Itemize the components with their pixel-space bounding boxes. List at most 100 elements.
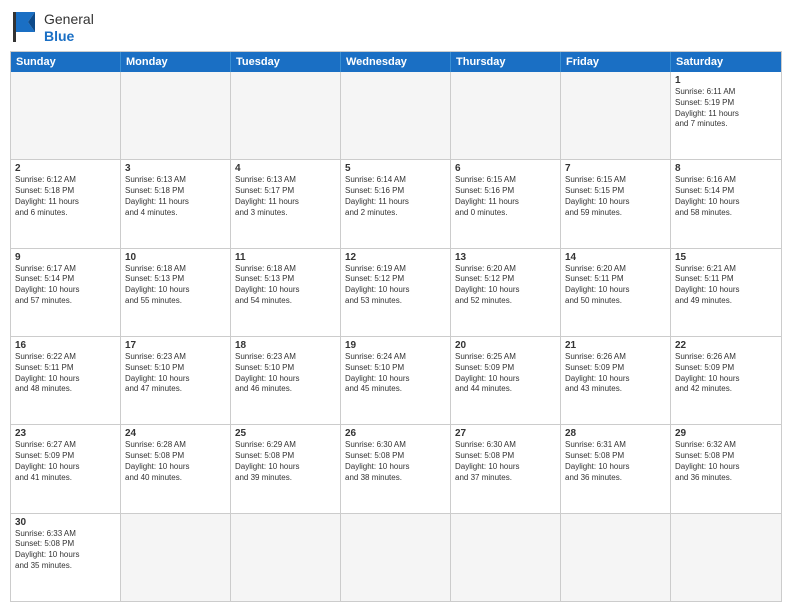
day-number: 29 <box>675 428 777 439</box>
day-cell-13: 13Sunrise: 6:20 AM Sunset: 5:12 PM Dayli… <box>451 249 561 336</box>
day-cell-empty <box>231 514 341 601</box>
day-cell-11: 11Sunrise: 6:18 AM Sunset: 5:13 PM Dayli… <box>231 249 341 336</box>
header: GeneralBlue <box>10 10 782 45</box>
day-headers: SundayMondayTuesdayWednesdayThursdayFrid… <box>11 52 781 72</box>
day-header-sunday: Sunday <box>11 52 121 72</box>
day-header-thursday: Thursday <box>451 52 561 72</box>
day-number: 5 <box>345 163 446 174</box>
day-cell-empty <box>341 514 451 601</box>
day-header-friday: Friday <box>561 52 671 72</box>
day-cell-empty <box>451 514 561 601</box>
day-cell-3: 3Sunrise: 6:13 AM Sunset: 5:18 PM Daylig… <box>121 160 231 247</box>
day-number: 12 <box>345 252 446 263</box>
week-row-1: 1Sunrise: 6:11 AM Sunset: 5:19 PM Daylig… <box>11 72 781 159</box>
day-number: 17 <box>125 340 226 351</box>
day-cell-empty <box>121 72 231 159</box>
day-number: 28 <box>565 428 666 439</box>
day-header-saturday: Saturday <box>671 52 781 72</box>
day-cell-25: 25Sunrise: 6:29 AM Sunset: 5:08 PM Dayli… <box>231 425 341 512</box>
day-info: Sunrise: 6:26 AM Sunset: 5:09 PM Dayligh… <box>565 352 666 395</box>
day-number: 27 <box>455 428 556 439</box>
day-cell-9: 9Sunrise: 6:17 AM Sunset: 5:14 PM Daylig… <box>11 249 121 336</box>
day-number: 3 <box>125 163 226 174</box>
day-info: Sunrise: 6:11 AM Sunset: 5:19 PM Dayligh… <box>675 87 777 130</box>
day-cell-empty <box>11 72 121 159</box>
day-info: Sunrise: 6:20 AM Sunset: 5:12 PM Dayligh… <box>455 264 556 307</box>
day-info: Sunrise: 6:17 AM Sunset: 5:14 PM Dayligh… <box>15 264 116 307</box>
week-row-4: 16Sunrise: 6:22 AM Sunset: 5:11 PM Dayli… <box>11 336 781 424</box>
day-number: 16 <box>15 340 116 351</box>
day-info: Sunrise: 6:12 AM Sunset: 5:18 PM Dayligh… <box>15 175 116 218</box>
day-info: Sunrise: 6:31 AM Sunset: 5:08 PM Dayligh… <box>565 440 666 483</box>
day-number: 20 <box>455 340 556 351</box>
day-info: Sunrise: 6:20 AM Sunset: 5:11 PM Dayligh… <box>565 264 666 307</box>
day-cell-empty <box>561 72 671 159</box>
day-number: 14 <box>565 252 666 263</box>
day-number: 6 <box>455 163 556 174</box>
day-cell-15: 15Sunrise: 6:21 AM Sunset: 5:11 PM Dayli… <box>671 249 781 336</box>
day-number: 13 <box>455 252 556 263</box>
day-cell-28: 28Sunrise: 6:31 AM Sunset: 5:08 PM Dayli… <box>561 425 671 512</box>
day-number: 25 <box>235 428 336 439</box>
day-info: Sunrise: 6:27 AM Sunset: 5:09 PM Dayligh… <box>15 440 116 483</box>
day-cell-21: 21Sunrise: 6:26 AM Sunset: 5:09 PM Dayli… <box>561 337 671 424</box>
day-info: Sunrise: 6:30 AM Sunset: 5:08 PM Dayligh… <box>345 440 446 483</box>
day-cell-7: 7Sunrise: 6:15 AM Sunset: 5:15 PM Daylig… <box>561 160 671 247</box>
day-info: Sunrise: 6:15 AM Sunset: 5:16 PM Dayligh… <box>455 175 556 218</box>
day-number: 2 <box>15 163 116 174</box>
day-cell-18: 18Sunrise: 6:23 AM Sunset: 5:10 PM Dayli… <box>231 337 341 424</box>
day-info: Sunrise: 6:21 AM Sunset: 5:11 PM Dayligh… <box>675 264 777 307</box>
day-number: 21 <box>565 340 666 351</box>
day-number: 11 <box>235 252 336 263</box>
day-number: 4 <box>235 163 336 174</box>
day-info: Sunrise: 6:18 AM Sunset: 5:13 PM Dayligh… <box>235 264 336 307</box>
day-info: Sunrise: 6:25 AM Sunset: 5:09 PM Dayligh… <box>455 352 556 395</box>
day-number: 30 <box>15 517 116 528</box>
day-cell-19: 19Sunrise: 6:24 AM Sunset: 5:10 PM Dayli… <box>341 337 451 424</box>
day-number: 15 <box>675 252 777 263</box>
day-cell-16: 16Sunrise: 6:22 AM Sunset: 5:11 PM Dayli… <box>11 337 121 424</box>
day-info: Sunrise: 6:23 AM Sunset: 5:10 PM Dayligh… <box>235 352 336 395</box>
day-number: 22 <box>675 340 777 351</box>
logo: GeneralBlue <box>10 10 94 45</box>
day-info: Sunrise: 6:15 AM Sunset: 5:15 PM Dayligh… <box>565 175 666 218</box>
day-number: 7 <box>565 163 666 174</box>
day-cell-5: 5Sunrise: 6:14 AM Sunset: 5:16 PM Daylig… <box>341 160 451 247</box>
day-number: 18 <box>235 340 336 351</box>
day-info: Sunrise: 6:18 AM Sunset: 5:13 PM Dayligh… <box>125 264 226 307</box>
day-header-monday: Monday <box>121 52 231 72</box>
day-cell-empty <box>451 72 561 159</box>
day-cell-empty <box>671 514 781 601</box>
day-info: Sunrise: 6:32 AM Sunset: 5:08 PM Dayligh… <box>675 440 777 483</box>
day-cell-10: 10Sunrise: 6:18 AM Sunset: 5:13 PM Dayli… <box>121 249 231 336</box>
day-number: 10 <box>125 252 226 263</box>
day-number: 8 <box>675 163 777 174</box>
day-cell-1: 1Sunrise: 6:11 AM Sunset: 5:19 PM Daylig… <box>671 72 781 159</box>
day-cell-6: 6Sunrise: 6:15 AM Sunset: 5:16 PM Daylig… <box>451 160 561 247</box>
day-info: Sunrise: 6:13 AM Sunset: 5:18 PM Dayligh… <box>125 175 226 218</box>
day-number: 1 <box>675 75 777 86</box>
day-number: 26 <box>345 428 446 439</box>
week-row-5: 23Sunrise: 6:27 AM Sunset: 5:09 PM Dayli… <box>11 424 781 512</box>
day-number: 23 <box>15 428 116 439</box>
day-info: Sunrise: 6:26 AM Sunset: 5:09 PM Dayligh… <box>675 352 777 395</box>
day-cell-26: 26Sunrise: 6:30 AM Sunset: 5:08 PM Dayli… <box>341 425 451 512</box>
logo-flag-icon <box>10 10 40 45</box>
day-info: Sunrise: 6:19 AM Sunset: 5:12 PM Dayligh… <box>345 264 446 307</box>
day-info: Sunrise: 6:13 AM Sunset: 5:17 PM Dayligh… <box>235 175 336 218</box>
day-info: Sunrise: 6:23 AM Sunset: 5:10 PM Dayligh… <box>125 352 226 395</box>
week-row-6: 30Sunrise: 6:33 AM Sunset: 5:08 PM Dayli… <box>11 513 781 601</box>
day-cell-empty <box>341 72 451 159</box>
day-cell-29: 29Sunrise: 6:32 AM Sunset: 5:08 PM Dayli… <box>671 425 781 512</box>
day-info: Sunrise: 6:22 AM Sunset: 5:11 PM Dayligh… <box>15 352 116 395</box>
day-cell-17: 17Sunrise: 6:23 AM Sunset: 5:10 PM Dayli… <box>121 337 231 424</box>
day-cell-empty <box>121 514 231 601</box>
day-cell-empty <box>561 514 671 601</box>
logo-blue-text: Blue <box>44 28 94 45</box>
day-number: 9 <box>15 252 116 263</box>
day-cell-4: 4Sunrise: 6:13 AM Sunset: 5:17 PM Daylig… <box>231 160 341 247</box>
day-number: 19 <box>345 340 446 351</box>
day-info: Sunrise: 6:29 AM Sunset: 5:08 PM Dayligh… <box>235 440 336 483</box>
day-cell-2: 2Sunrise: 6:12 AM Sunset: 5:18 PM Daylig… <box>11 160 121 247</box>
day-cell-24: 24Sunrise: 6:28 AM Sunset: 5:08 PM Dayli… <box>121 425 231 512</box>
